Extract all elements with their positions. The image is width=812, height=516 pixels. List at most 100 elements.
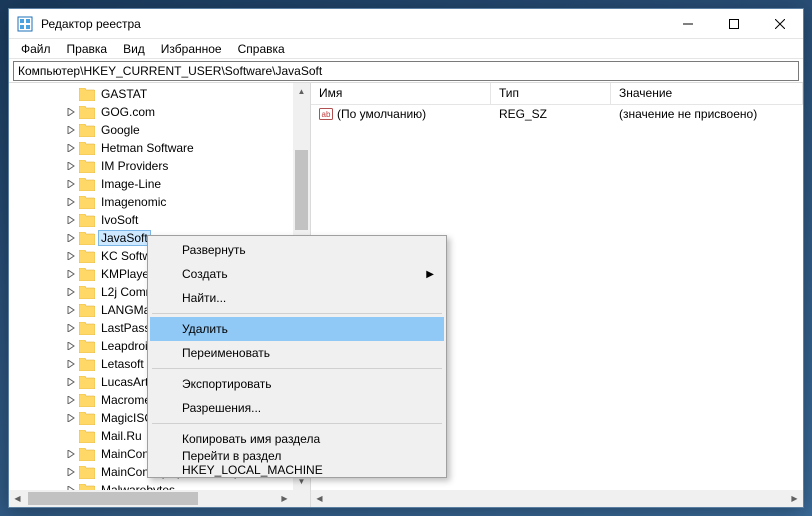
folder-icon <box>79 340 95 353</box>
addressbar: Компьютер\HKEY_CURRENT_USER\Software\Jav… <box>9 59 803 83</box>
folder-icon <box>79 430 95 443</box>
expand-icon[interactable] <box>65 268 77 280</box>
tree-item[interactable]: IvoSoft <box>9 211 293 229</box>
context-item[interactable]: Разрешения... <box>150 396 444 420</box>
tree-item-label: GASTAT <box>99 87 149 101</box>
scroll-left-icon[interactable]: ◀ <box>311 490 328 507</box>
tree-item-label: Mail.Ru <box>99 429 144 443</box>
folder-icon <box>79 178 95 191</box>
expand-icon[interactable] <box>65 304 77 316</box>
tree-item-label: GOG.com <box>99 105 157 119</box>
expand-icon[interactable] <box>65 106 77 118</box>
app-icon <box>17 16 33 32</box>
expand-icon[interactable] <box>65 88 77 100</box>
expand-icon[interactable] <box>65 358 77 370</box>
chevron-right-icon: ▶ <box>426 269 434 280</box>
tree-item-label: Malwarebytes <box>99 483 177 490</box>
tree-scrollbar-horizontal[interactable]: ◀ ▶ <box>9 490 293 507</box>
tree-item[interactable]: Imagenomic <box>9 193 293 211</box>
address-path: Компьютер\HKEY_CURRENT_USER\Software\Jav… <box>18 64 322 78</box>
context-item[interactable]: Перейти в раздел HKEY_LOCAL_MACHINE <box>150 451 444 475</box>
list-header: Имя Тип Значение <box>311 83 803 105</box>
scroll-left-icon[interactable]: ◀ <box>9 490 26 507</box>
context-item[interactable]: Экспортировать <box>150 372 444 396</box>
folder-icon <box>79 412 95 425</box>
expand-icon[interactable] <box>65 430 77 442</box>
col-value[interactable]: Значение <box>611 83 803 104</box>
tree-item[interactable]: Malwarebytes <box>9 481 293 490</box>
folder-icon <box>79 160 95 173</box>
col-type[interactable]: Тип <box>491 83 611 104</box>
expand-icon[interactable] <box>65 232 77 244</box>
expand-icon[interactable] <box>65 376 77 388</box>
menu-file[interactable]: Файл <box>13 40 59 58</box>
expand-icon[interactable] <box>65 466 77 478</box>
list-scrollbar-horizontal[interactable]: ◀ ▶ <box>311 490 803 507</box>
tree-item[interactable]: Hetman Software <box>9 139 293 157</box>
expand-icon[interactable] <box>65 322 77 334</box>
col-name[interactable]: Имя <box>311 83 491 104</box>
context-item[interactable]: Развернуть <box>150 238 444 262</box>
folder-icon <box>79 322 95 335</box>
menu-help[interactable]: Справка <box>230 40 293 58</box>
folder-icon <box>79 88 95 101</box>
expand-icon[interactable] <box>65 394 77 406</box>
expand-icon[interactable] <box>65 286 77 298</box>
tree-item-label: Hetman Software <box>99 141 196 155</box>
scroll-thumb[interactable] <box>28 492 198 505</box>
folder-icon <box>79 250 95 263</box>
maximize-button[interactable] <box>711 9 757 39</box>
folder-icon <box>79 106 95 119</box>
scroll-right-icon[interactable]: ▶ <box>786 490 803 507</box>
tree-item[interactable]: GOG.com <box>9 103 293 121</box>
menu-favorites[interactable]: Избранное <box>153 40 230 58</box>
context-item[interactable]: Переименовать <box>150 341 444 365</box>
tree-item-label: Imagenomic <box>99 195 168 209</box>
context-item[interactable]: Копировать имя раздела <box>150 427 444 451</box>
scroll-corner <box>293 490 310 507</box>
expand-icon[interactable] <box>65 214 77 226</box>
context-menu: РазвернутьСоздать▶Найти... УдалитьПереиме… <box>147 235 447 478</box>
menu-view[interactable]: Вид <box>115 40 153 58</box>
expand-icon[interactable] <box>65 448 77 460</box>
tree-item[interactable]: GASTAT <box>9 85 293 103</box>
expand-icon[interactable] <box>65 178 77 190</box>
folder-icon <box>79 376 95 389</box>
expand-icon[interactable] <box>65 340 77 352</box>
folder-icon <box>79 448 95 461</box>
tree-item-label: Letasoft <box>99 357 146 371</box>
minimize-button[interactable] <box>665 9 711 39</box>
folder-icon <box>79 232 95 245</box>
string-value-icon: ab <box>319 107 333 121</box>
tree-item[interactable]: Google <box>9 121 293 139</box>
context-item[interactable]: Удалить <box>150 317 444 341</box>
folder-icon <box>79 124 95 137</box>
tree-item-label: JavaSoft <box>99 231 150 245</box>
context-separator <box>152 368 442 369</box>
folder-icon <box>79 196 95 209</box>
close-button[interactable] <box>757 9 803 39</box>
tree-item-label: IvoSoft <box>99 213 140 227</box>
folder-icon <box>79 466 95 479</box>
context-item[interactable]: Создать▶ <box>150 262 444 286</box>
address-field[interactable]: Компьютер\HKEY_CURRENT_USER\Software\Jav… <box>13 61 799 81</box>
scroll-thumb[interactable] <box>295 150 308 230</box>
expand-icon[interactable] <box>65 250 77 262</box>
folder-icon <box>79 214 95 227</box>
folder-icon <box>79 394 95 407</box>
tree-item[interactable]: IM Providers <box>9 157 293 175</box>
expand-icon[interactable] <box>65 196 77 208</box>
tree-item-label: Image-Line <box>99 177 163 191</box>
expand-icon[interactable] <box>65 160 77 172</box>
tree-item[interactable]: Image-Line <box>9 175 293 193</box>
menu-edit[interactable]: Правка <box>59 40 116 58</box>
expand-icon[interactable] <box>65 124 77 136</box>
scroll-right-icon[interactable]: ▶ <box>276 490 293 507</box>
cell-name: ab (По умолчанию) <box>311 107 491 121</box>
context-item[interactable]: Найти... <box>150 286 444 310</box>
scroll-up-icon[interactable]: ▲ <box>293 83 310 100</box>
expand-icon[interactable] <box>65 412 77 424</box>
expand-icon[interactable] <box>65 142 77 154</box>
tree-item-label: IM Providers <box>99 159 170 173</box>
list-row[interactable]: ab (По умолчанию) REG_SZ (значение не пр… <box>311 105 803 123</box>
